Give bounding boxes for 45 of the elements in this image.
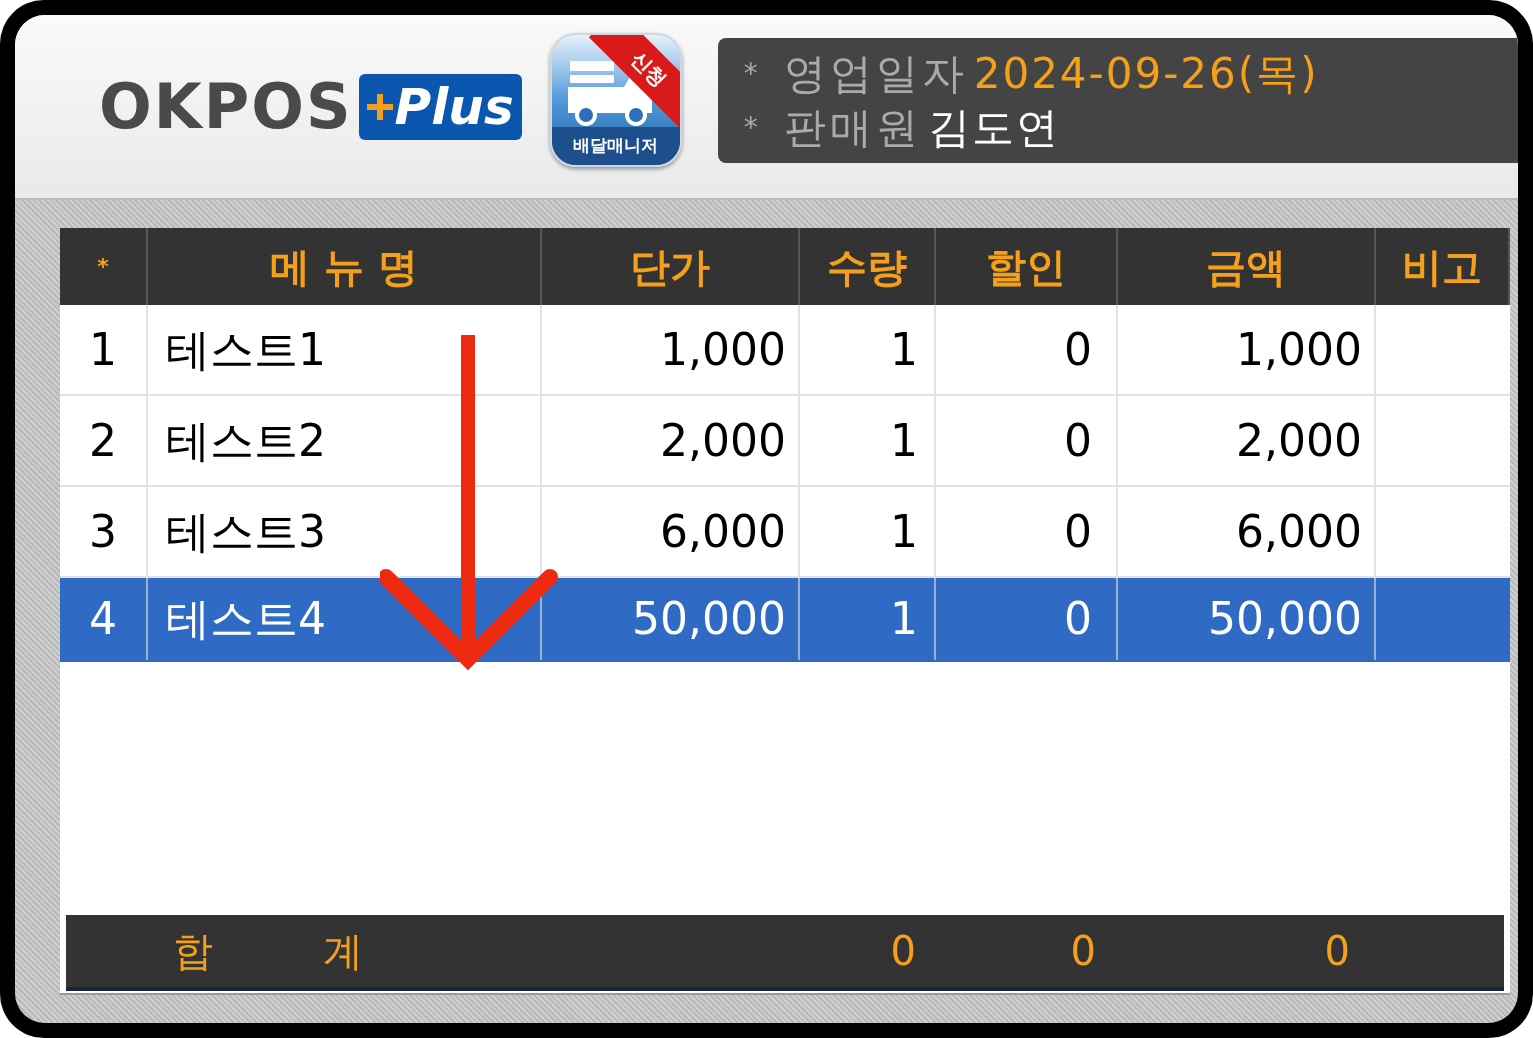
plus-icon: [366, 93, 393, 120]
table-cell: 0: [936, 396, 1118, 485]
total-amount: 0: [1324, 927, 1350, 976]
table-cell: 1,000: [542, 305, 800, 394]
table-cell: 테스트2: [148, 396, 542, 485]
table-row[interactable]: 4 테스트4 50,000 1 0 50,000: [60, 578, 1510, 662]
table-cell: 0: [936, 305, 1118, 394]
table-cell: 0: [936, 578, 1118, 660]
logo-badge-text: Plus: [394, 81, 514, 132]
table-cell: 1: [800, 305, 936, 394]
table-cell: 테스트3: [148, 487, 542, 576]
ribbon-text: 신청: [627, 47, 670, 90]
table-row[interactable]: 2 테스트2 2,000 1 0 2,000: [60, 396, 1510, 487]
table-cell: 4: [60, 578, 148, 660]
table-cell: 6,000: [1118, 487, 1376, 576]
bullet-mark: *: [743, 109, 758, 146]
table-cell: 1: [60, 305, 148, 394]
bullet-mark: *: [743, 55, 758, 92]
info-label: 영업일자: [783, 48, 968, 99]
table-cell: 2,000: [1118, 396, 1376, 485]
info-value: 김도연: [927, 102, 1060, 153]
info-label: 판매원: [783, 102, 922, 153]
table-cell: 1: [800, 578, 936, 660]
table-cell: 0: [936, 487, 1118, 576]
table-cell: 1: [800, 487, 936, 576]
table-cell: 1: [800, 396, 936, 485]
table-cell: 2,000: [542, 396, 800, 485]
table-cell: 50,000: [542, 578, 800, 660]
app-icon[interactable]: 신청 배달매니저: [549, 32, 682, 167]
table-cell: 테스트4: [148, 578, 542, 660]
table-cell: 2: [60, 396, 148, 485]
total-label: 합: [173, 927, 213, 976]
total-label: 계: [323, 927, 363, 976]
table-cell: 테스트1: [148, 305, 542, 394]
logo-text: OKPOS: [99, 75, 353, 138]
table-cell: 50,000: [1118, 578, 1376, 660]
total-quantity: 0: [890, 927, 916, 976]
table-cell: 3: [60, 487, 148, 576]
icon-label: 배달매니저: [573, 133, 659, 157]
table-cell: 6,000: [542, 487, 800, 576]
table-row[interactable]: 3 테스트3 6,000 1 0 6,000: [60, 487, 1510, 578]
total-discount: 0: [1070, 927, 1096, 976]
table-cell: 1,000: [1118, 305, 1376, 394]
table-row[interactable]: 1 테스트1 1,000 1 0 1,000: [60, 305, 1510, 396]
info-value: 2024-09-26(목): [973, 48, 1319, 99]
